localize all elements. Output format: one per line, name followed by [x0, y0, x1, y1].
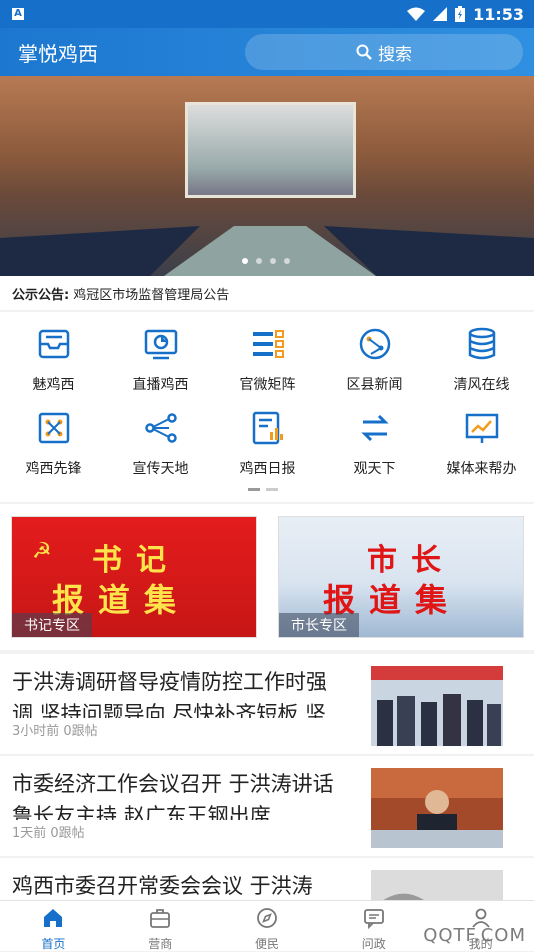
- grid-item-matrix[interactable]: 官微矩阵: [214, 326, 321, 394]
- card-title-line1: 书记: [92, 543, 180, 578]
- status-bar: A 11:53: [0, 0, 534, 28]
- notice-text[interactable]: 鸡冠区市场监督管理局公告: [73, 284, 229, 303]
- card-tag: 书记专区: [12, 613, 92, 637]
- tab-label: 营商: [148, 937, 173, 951]
- search-label: 搜索: [378, 44, 412, 65]
- carousel-dot[interactable]: [242, 258, 248, 264]
- newspaper-icon: [252, 411, 283, 445]
- banner-carousel[interactable]: [0, 76, 534, 276]
- grid-item-county-news[interactable]: 区县新闻: [321, 326, 428, 394]
- news-thumbnail: [371, 768, 503, 848]
- share-icon: [144, 413, 177, 443]
- feature-grid: 魅鸡西 直播鸡西 官微矩阵 区县新闻 清风在线 鸡西先锋 宣传天地 鸡西日报 观…: [0, 312, 534, 502]
- database-icon: [468, 327, 495, 360]
- battery-icon: [455, 6, 466, 22]
- notice-label: 公示公告:: [12, 287, 70, 303]
- tab-business[interactable]: 营商: [107, 901, 214, 951]
- tab-inquiry[interactable]: 问政: [320, 901, 427, 951]
- tab-label: 首页: [41, 937, 66, 951]
- card-title-line1: 市长: [367, 543, 455, 578]
- compass-icon: [257, 908, 277, 928]
- news-thumbnail: [371, 870, 503, 900]
- notice-bar[interactable]: 公示公告: 鸡冠区市场监督管理局公告: [0, 276, 534, 310]
- carousel-dot[interactable]: [270, 258, 276, 264]
- network-globe-icon: [359, 328, 390, 360]
- party-emblem-icon: ☭: [32, 539, 52, 564]
- grid-item-label: 媒体来帮办: [446, 461, 517, 477]
- grid-item-label: 魅鸡西: [32, 377, 75, 393]
- grid-item-label: 鸡西先锋: [25, 461, 82, 477]
- chat-icon: [363, 909, 384, 930]
- list-grid-icon: [252, 330, 284, 358]
- presentation-icon: [465, 413, 498, 443]
- grid-item-label: 鸡西日报: [239, 461, 296, 477]
- pager-dot[interactable]: [248, 488, 260, 491]
- tab-label: 问政: [361, 937, 386, 951]
- news-item[interactable]: 鸡西市委召开常委会会议 于洪涛: [0, 858, 534, 900]
- carousel-dot[interactable]: [256, 258, 262, 264]
- monitor-chart-icon: [144, 329, 177, 360]
- secretary-card[interactable]: ☭ 书记 报道集 书记专区: [11, 516, 257, 638]
- carousel-dot[interactable]: [284, 258, 290, 264]
- search-bar[interactable]: 搜索: [245, 34, 523, 70]
- grid-item-media-help[interactable]: 媒体来帮办: [428, 410, 534, 478]
- grid-item-qingfeng[interactable]: 清风在线: [428, 326, 534, 394]
- signal-icon: [433, 7, 448, 21]
- feature-cards: ☭ 书记 报道集 书记专区 市长 报道集 市长专区: [0, 504, 534, 650]
- banner-painting: [185, 102, 356, 198]
- status-time: 11:53: [473, 4, 524, 24]
- grid-item-label: 宣传天地: [132, 461, 189, 477]
- grid-item-label: 观天下: [353, 461, 396, 477]
- news-title: 鸡西市委召开常委会会议 于洪涛: [12, 874, 313, 898]
- inbox-icon: [38, 329, 69, 359]
- grid-item-daily[interactable]: 鸡西日报: [214, 410, 321, 478]
- news-meta: 3小时前 0跟帖: [12, 724, 98, 739]
- grid-item-label: 直播鸡西: [132, 377, 189, 393]
- mayor-card[interactable]: 市长 报道集 市长专区: [278, 516, 524, 638]
- news-item[interactable]: 市委经济工作会议召开 于洪涛讲话 鲁长友主持 赵广东王钢出席 1天前 0跟帖: [0, 756, 534, 856]
- news-thumbnail: [371, 666, 503, 746]
- tab-services[interactable]: 便民: [214, 901, 321, 951]
- grid-pager: [248, 488, 278, 491]
- grid-item-publicity[interactable]: 宣传天地: [107, 410, 214, 478]
- grid-item-label: 官微矩阵: [239, 377, 296, 393]
- news-meta: 1天前 0跟帖: [12, 826, 85, 841]
- card-tag: 市长专区: [279, 613, 359, 637]
- grid-item-pioneer[interactable]: 鸡西先锋: [0, 410, 107, 478]
- search-icon: [356, 44, 372, 60]
- wifi-icon: [407, 7, 426, 21]
- news-title: 于洪涛调研督导疫情防控工作时强调 坚持问题导向 尽快补齐短板 坚: [12, 670, 327, 718]
- nodes-icon: [38, 412, 69, 444]
- watermark: QQTF.COM: [423, 925, 526, 946]
- grid-item-live[interactable]: 直播鸡西: [107, 326, 214, 394]
- app-header: 掌悦鸡西 搜索: [0, 28, 534, 76]
- grid-item-meijixi[interactable]: 魅鸡西: [0, 326, 107, 394]
- grid-item-world[interactable]: 观天下: [321, 410, 428, 478]
- briefcase-icon: [150, 909, 171, 928]
- notification-icon: A: [12, 8, 24, 20]
- news-item[interactable]: 于洪涛调研督导疫情防控工作时强调 坚持问题导向 尽快补齐短板 坚 3小时前 0跟…: [0, 654, 534, 754]
- pager-dot[interactable]: [266, 488, 278, 491]
- grid-item-label: 区县新闻: [346, 377, 403, 393]
- tab-home[interactable]: 首页: [0, 901, 107, 951]
- grid-item-label: 清风在线: [453, 377, 510, 393]
- home-icon: [44, 909, 63, 927]
- app-title: 掌悦鸡西: [18, 41, 98, 66]
- swap-icon: [360, 414, 389, 442]
- news-title: 市委经济工作会议召开 于洪涛讲话 鲁长友主持 赵广东王钢出席: [12, 772, 334, 820]
- tab-label: 便民: [254, 937, 279, 951]
- banner-attendees-left: [0, 226, 200, 276]
- carousel-indicator: [242, 258, 290, 264]
